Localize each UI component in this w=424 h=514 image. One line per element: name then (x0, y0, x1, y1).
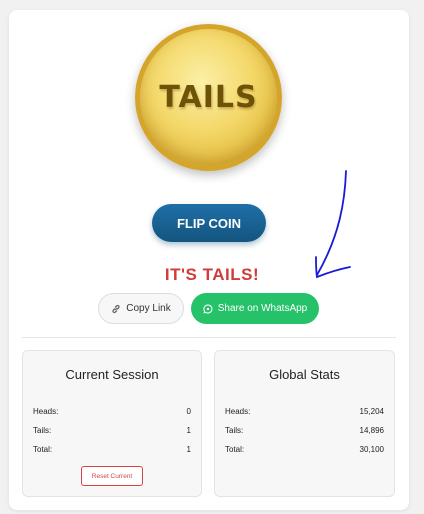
share-whatsapp-label: Share on WhatsApp (217, 303, 308, 314)
stat-label: Heads: (225, 407, 251, 416)
copy-link-label: Copy Link (126, 303, 171, 314)
stat-row-tails: Tails: 1 (33, 426, 191, 440)
divider (22, 337, 396, 338)
global-stats-panel: Global Stats Heads: 15,204 Tails: 14,896… (214, 350, 395, 497)
stat-label: Tails: (33, 426, 52, 435)
stat-value: 15,204 (359, 407, 384, 416)
flip-coin-button[interactable]: FLIP COIN (152, 204, 266, 242)
stat-value: 1 (186, 445, 191, 454)
whatsapp-icon (203, 303, 213, 314)
stat-value: 0 (186, 407, 191, 416)
stat-label: Total: (33, 445, 53, 454)
stat-label: Total: (225, 445, 245, 454)
coin-face-text: TAILS (159, 80, 258, 115)
global-stats-title: Global Stats (269, 367, 340, 382)
stat-row-heads: Heads: 15,204 (225, 407, 384, 421)
stat-value: 30,100 (359, 445, 384, 454)
coin: TAILS (135, 24, 282, 171)
copy-link-button[interactable]: Copy Link (98, 293, 184, 324)
link-icon (112, 304, 120, 313)
current-session-panel: Current Session Heads: 0 Tails: 1 Total:… (22, 350, 202, 497)
current-session-title: Current Session (65, 367, 159, 382)
stat-label: Tails: (225, 426, 244, 435)
reset-current-button[interactable]: Reset Current (81, 466, 143, 486)
share-whatsapp-button[interactable]: Share on WhatsApp (191, 293, 319, 324)
stat-value: 1 (186, 426, 191, 435)
stat-row-tails: Tails: 14,896 (225, 426, 384, 440)
stat-label: Heads: (33, 407, 59, 416)
stat-value: 14,896 (359, 426, 384, 435)
stat-row-total: Total: 1 (33, 445, 191, 459)
stat-row-total: Total: 30,100 (225, 445, 384, 459)
stat-row-heads: Heads: 0 (33, 407, 191, 421)
hand-drawn-arrow (315, 170, 351, 279)
